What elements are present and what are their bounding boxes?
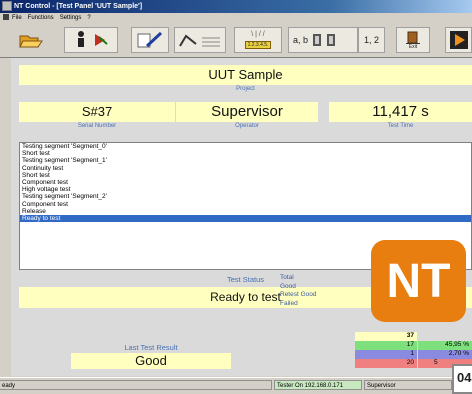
- project-label: Project: [236, 86, 255, 92]
- log-line[interactable]: Continuity test: [20, 165, 471, 172]
- operator-label: Operator: [235, 123, 259, 129]
- log-line[interactable]: Testing segment 'Segment_1': [20, 157, 471, 164]
- statistics-labels: Total Good Retest Good Failed: [280, 274, 317, 308]
- retest-good-percent: 2,70 %: [418, 350, 472, 359]
- status-bar: eady Tester On 192.168.0.171 Supervisor: [0, 377, 472, 394]
- log-line[interactable]: Short test: [20, 150, 471, 157]
- good-percent: 45,95 %: [418, 341, 472, 350]
- signal-button[interactable]: [174, 27, 226, 53]
- open-folder-button[interactable]: [16, 27, 46, 53]
- log-line[interactable]: Testing segment 'Segment_2': [20, 193, 471, 200]
- last-test-result-field: Good: [71, 353, 231, 369]
- log-line-selected[interactable]: Ready to test: [20, 215, 471, 223]
- waveform-icon: [179, 34, 220, 47]
- exit-button[interactable]: Exit: [396, 27, 430, 53]
- relay-icon: [313, 34, 336, 46]
- app-icon: [2, 1, 12, 12]
- menu-help[interactable]: ?: [87, 13, 90, 24]
- good-label: Good: [280, 282, 296, 290]
- log-line[interactable]: Component test: [20, 201, 471, 208]
- display-button[interactable]: \ | / / 1.2.3.4.5.: [234, 27, 282, 53]
- person-arrow-icon: [78, 31, 108, 47]
- play-icon: [449, 31, 468, 49]
- window-title: NT Control - [Test Panel 'UUT Sample']: [14, 3, 143, 10]
- light-rays-icon: \ | / /: [251, 31, 265, 38]
- failed-count: 20: [355, 359, 417, 368]
- toolbar: \ | / / 1.2.3.4.5. a, b 1, 2 Exit: [0, 24, 472, 58]
- numeric-label: 1, 2: [363, 35, 379, 45]
- log-line[interactable]: Release: [20, 208, 471, 215]
- test-time-field: 11,417 s: [329, 102, 472, 122]
- ab-label: a, b: [293, 35, 309, 45]
- status-tester: Tester On 192.168.0.171: [274, 380, 362, 390]
- exit-door-icon: [406, 31, 420, 44]
- ab-mode-button[interactable]: a, b: [288, 27, 358, 53]
- corner-badge: 04: [452, 364, 472, 394]
- led-display-label: 1.2.3.4.5.: [244, 41, 272, 49]
- total-count: 37: [355, 332, 417, 341]
- log-line[interactable]: Component test: [20, 179, 471, 186]
- title-bar: NT Control - [Test Panel 'UUT Sample']: [0, 0, 472, 13]
- log-line[interactable]: Short test: [20, 172, 471, 179]
- last-test-result-label: Last Test Result: [124, 343, 178, 352]
- system-menu-icon[interactable]: [3, 14, 9, 21]
- menu-file[interactable]: File: [12, 13, 22, 24]
- menu-functions[interactable]: Functions: [28, 13, 54, 24]
- total-label: Total: [280, 274, 294, 281]
- retest-good-label: Retest Good: [280, 291, 317, 299]
- nt-logo: NT: [371, 240, 466, 322]
- serial-number-field: S#37: [19, 102, 175, 122]
- numeric-mode-button[interactable]: 1, 2: [358, 27, 385, 53]
- status-ready: eady: [0, 380, 272, 390]
- log-line[interactable]: High voltage test: [20, 186, 471, 193]
- log-line[interactable]: Testing segment 'Segment_0': [20, 143, 471, 150]
- good-count: 17: [355, 341, 417, 350]
- project-field: UUT Sample: [19, 65, 472, 85]
- corner-badge-text: 04: [457, 370, 472, 385]
- retest-good-count: 1: [355, 350, 417, 359]
- user-mode-button[interactable]: [64, 27, 118, 53]
- nt-logo-text: NT: [386, 254, 451, 308]
- exit-label: Exit: [408, 43, 418, 50]
- test-time-label: Test Time: [387, 123, 414, 129]
- open-folder-icon: [19, 35, 43, 48]
- start-button[interactable]: [445, 27, 472, 53]
- edit-settings-button[interactable]: [131, 27, 169, 53]
- status-user: Supervisor: [364, 380, 452, 390]
- failed-label: Failed: [280, 299, 298, 307]
- menu-bar: File Functions Settings?: [0, 13, 472, 24]
- pencil-icon: [137, 31, 163, 48]
- menu-settings[interactable]: Settings: [60, 13, 82, 24]
- test-panel: UUT Sample Project S#37 Serial Number Su…: [11, 58, 472, 376]
- operator-field: Supervisor: [176, 102, 318, 122]
- serial-number-label: Serial Number: [77, 123, 117, 129]
